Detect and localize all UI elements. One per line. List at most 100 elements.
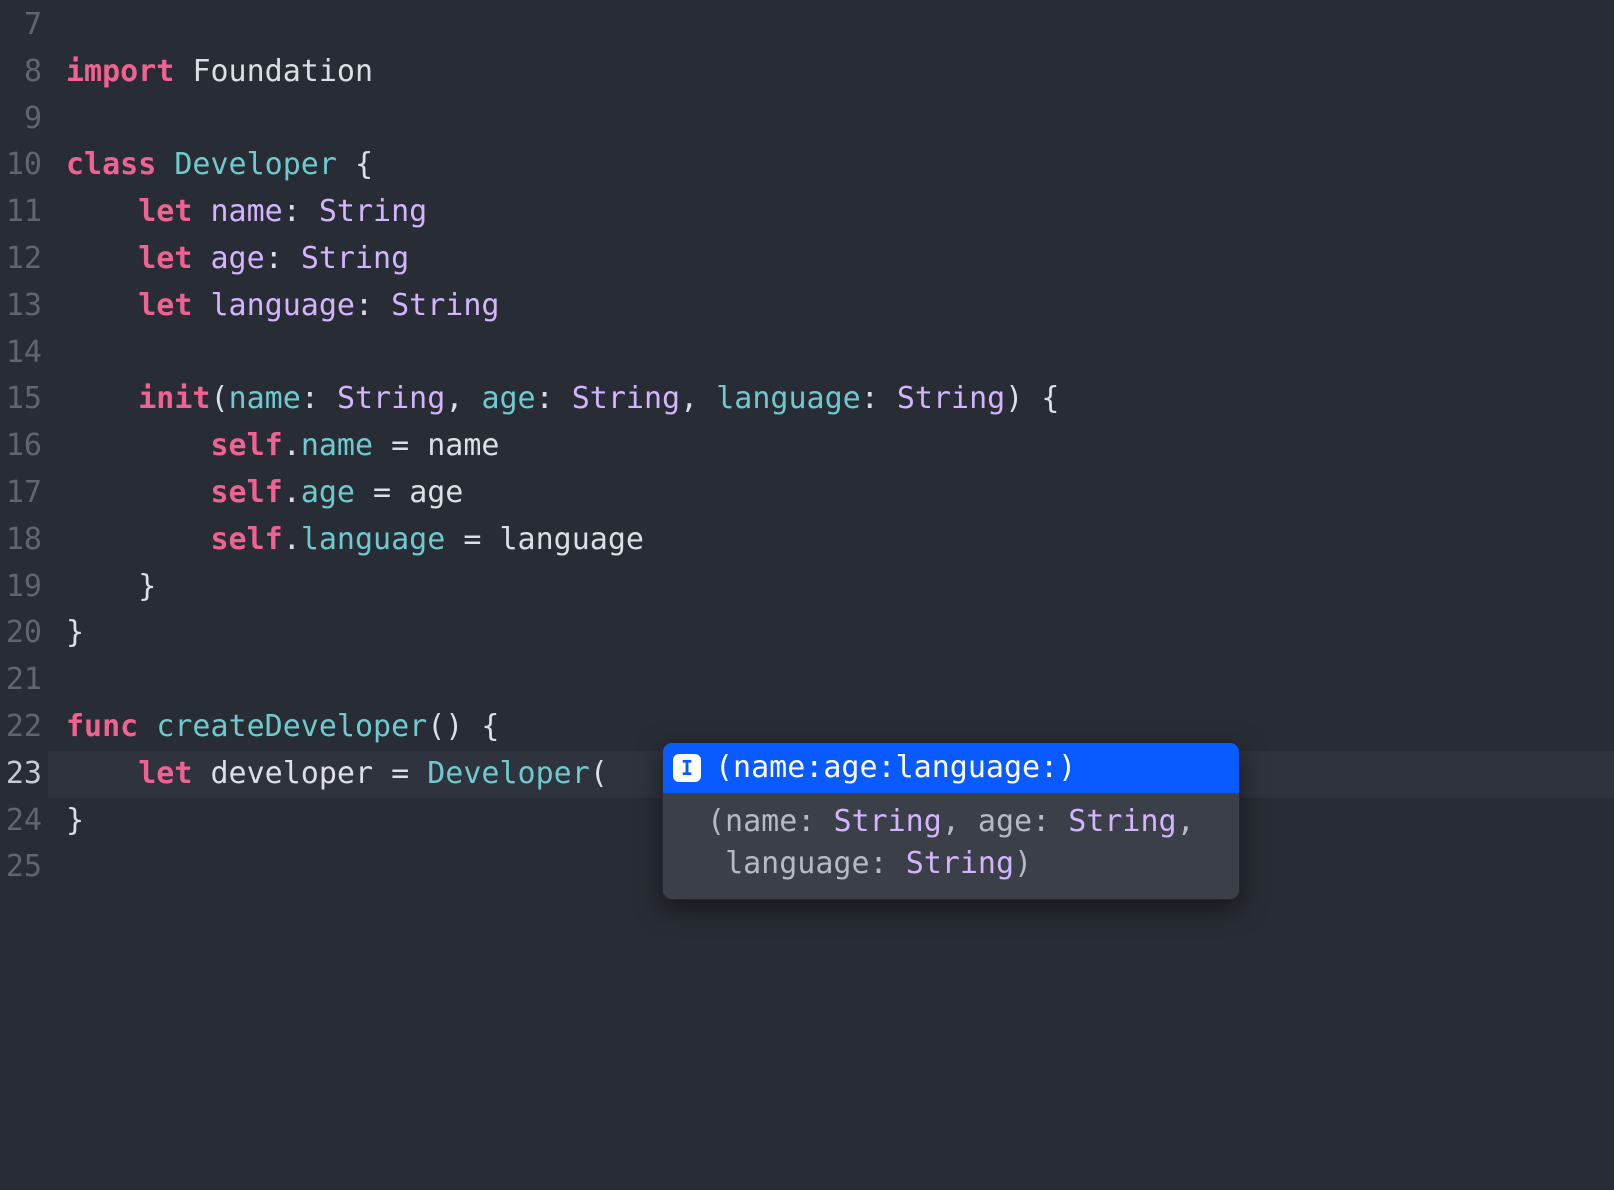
line-number: 12 — [0, 236, 48, 283]
indent — [66, 569, 138, 604]
indent — [66, 475, 211, 510]
code-line[interactable] — [66, 657, 1614, 704]
type-name: String — [301, 241, 409, 276]
code-line[interactable] — [66, 330, 1614, 377]
colon: : — [301, 381, 337, 416]
class-name: Developer — [174, 147, 337, 182]
code-text — [174, 54, 192, 89]
detail-text: , age: — [942, 804, 1068, 839]
line-number: 13 — [0, 283, 48, 330]
line-number: 9 — [0, 96, 48, 143]
paren-open: ( — [211, 381, 229, 416]
indent — [66, 194, 138, 229]
colon: : — [265, 241, 301, 276]
type-name: String — [391, 288, 499, 323]
line-number: 7 — [0, 2, 48, 49]
comma: , — [445, 381, 481, 416]
colon: : — [861, 381, 897, 416]
equals: = — [373, 756, 427, 791]
indent — [66, 381, 138, 416]
paren-open: ( — [590, 756, 608, 791]
line-number: 21 — [0, 657, 48, 704]
autocomplete-popup[interactable]: I (name:age:language:) (name: String, ag… — [662, 742, 1240, 900]
identifier: language — [500, 522, 645, 557]
indent — [66, 428, 211, 463]
identifier: age — [409, 475, 463, 510]
keyword-self: self — [211, 428, 283, 463]
autocomplete-detail: (name: String, age: String, language: St… — [663, 793, 1239, 899]
module-name: Foundation — [192, 54, 373, 89]
autocomplete-label: (name:age:language:) — [715, 749, 1076, 787]
code-text — [192, 756, 210, 791]
code-text — [156, 147, 174, 182]
keyword-let: let — [138, 288, 192, 323]
keyword-func: func — [66, 709, 138, 744]
property-ref: name — [301, 428, 373, 463]
dot: . — [283, 428, 301, 463]
type-name: String — [572, 381, 680, 416]
code-line[interactable]: self.name = name — [66, 423, 1614, 470]
indent — [66, 522, 211, 557]
line-number: 8 — [0, 49, 48, 96]
dot: . — [283, 475, 301, 510]
property-name: language — [211, 288, 356, 323]
param-name: age — [481, 381, 535, 416]
line-number: 15 — [0, 376, 48, 423]
code-line[interactable]: let age: String — [66, 236, 1614, 283]
code-editor[interactable]: 78910111213141516171819202122232425 impo… — [0, 0, 1614, 1190]
line-number: 10 — [0, 142, 48, 189]
detail-text: (name: — [707, 804, 833, 839]
keyword-let: let — [138, 194, 192, 229]
line-number: 11 — [0, 189, 48, 236]
equals: = — [445, 522, 499, 557]
keyword-import: import — [66, 54, 174, 89]
indent — [66, 756, 138, 791]
code-line[interactable]: self.language = language — [66, 517, 1614, 564]
equals: = — [355, 475, 409, 510]
detail-text: ) — [1014, 846, 1032, 881]
param-name: language — [716, 381, 861, 416]
code-line[interactable] — [66, 96, 1614, 143]
function-name: createDeveloper — [156, 709, 427, 744]
code-line[interactable]: import Foundation — [66, 49, 1614, 96]
detail-type: String — [906, 846, 1014, 881]
detail-type: String — [1068, 804, 1176, 839]
keyword-init: init — [138, 381, 210, 416]
code-line[interactable]: let language: String — [66, 283, 1614, 330]
line-number: 20 — [0, 610, 48, 657]
code-area[interactable]: import Foundation class Developer { let … — [48, 0, 1614, 1190]
line-number: 23 — [0, 751, 48, 798]
equals: = — [373, 428, 427, 463]
code-line[interactable]: } — [66, 564, 1614, 611]
line-number: 19 — [0, 564, 48, 611]
initializer-icon: I — [673, 754, 701, 782]
property-ref: language — [301, 522, 446, 557]
keyword-self: self — [211, 522, 283, 557]
property-name: name — [211, 194, 283, 229]
code-line[interactable]: let name: String — [66, 189, 1614, 236]
line-number: 24 — [0, 798, 48, 845]
code-line[interactable]: init(name: String, age: String, language… — [66, 376, 1614, 423]
code-line[interactable] — [66, 2, 1614, 49]
identifier: name — [427, 428, 499, 463]
brace: } — [138, 569, 156, 604]
identifier: developer — [211, 756, 374, 791]
code-text — [192, 241, 210, 276]
code-line[interactable]: self.age = age — [66, 470, 1614, 517]
keyword-class: class — [66, 147, 156, 182]
code-text — [192, 194, 210, 229]
code-line[interactable]: class Developer { — [66, 142, 1614, 189]
indent — [66, 241, 138, 276]
type-name: String — [897, 381, 1005, 416]
brace: { — [463, 709, 499, 744]
dot: . — [283, 522, 301, 557]
line-number: 18 — [0, 517, 48, 564]
type-name: String — [337, 381, 445, 416]
colon: : — [283, 194, 319, 229]
parens: () — [427, 709, 463, 744]
type-name: Developer — [427, 756, 590, 791]
code-line[interactable]: } — [66, 610, 1614, 657]
autocomplete-item-selected[interactable]: I (name:age:language:) — [663, 743, 1239, 793]
indent — [66, 288, 138, 323]
detail-type: String — [833, 804, 941, 839]
